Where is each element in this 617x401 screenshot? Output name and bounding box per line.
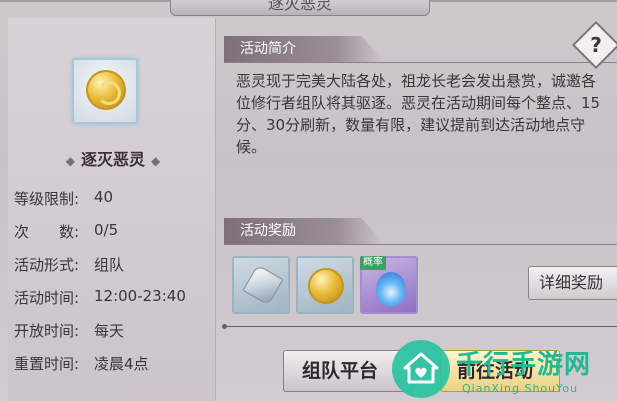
watermark-logo-icon	[392, 340, 450, 398]
reward-slot[interactable]	[296, 256, 354, 314]
info-row-time: 活动时间: 12:00-23:40	[14, 287, 214, 320]
info-label: 活动时间:	[14, 289, 80, 307]
intro-section-line	[224, 62, 617, 63]
info-label: 等级限制:	[14, 190, 80, 208]
activity-info-list: 等级限制: 40 次 数: 0/5 活动形式: 组队 活动时间: 12:00-2…	[14, 188, 214, 386]
info-value: 0/5	[94, 221, 119, 239]
activity-icon-frame	[72, 58, 138, 124]
info-row-open: 开放时间: 每天	[14, 320, 214, 353]
intro-section-header: 活动简介	[224, 36, 384, 62]
info-row-times: 次 数: 0/5	[14, 221, 214, 254]
detail-rewards-button[interactable]: 详细奖励	[528, 266, 617, 300]
info-row-level: 等级限制: 40	[14, 188, 214, 221]
gold-coin-icon	[308, 268, 344, 304]
reward-slot[interactable]	[232, 256, 290, 314]
info-value: 每天	[94, 322, 125, 340]
name-deco-left: ◆	[65, 154, 75, 168]
probability-badge: 概率	[360, 256, 386, 270]
info-label: 开放时间:	[14, 322, 80, 340]
name-deco-right: ◆	[151, 154, 161, 168]
info-value: 40	[94, 188, 114, 206]
info-row-form: 活动形式: 组队	[14, 254, 214, 287]
section-divider	[222, 324, 617, 329]
info-label: 次 数:	[14, 223, 80, 241]
info-value: 12:00-23:40	[94, 287, 186, 305]
intro-text: 恶灵现于完美大陆各处，祖龙长老会发出悬赏，诚邀各位修行者组队将其驱逐。恶灵在活动…	[236, 72, 601, 156]
activity-name-row: ◆ 逐灭恶灵 ◆	[18, 146, 208, 170]
info-label: 活动形式:	[14, 256, 80, 274]
info-row-reset: 重置时间: 凌晨4点	[14, 353, 214, 386]
silver-gem-icon	[242, 264, 284, 306]
info-value: 凌晨4点	[94, 355, 149, 373]
blue-flame-icon	[376, 272, 406, 306]
watermark-subtext: QianXing ShouYou	[462, 382, 579, 395]
watermark-text: 千行手游网	[456, 350, 592, 380]
help-icon: ?	[590, 33, 602, 57]
reward-slot[interactable]: 概率	[360, 256, 418, 314]
rewards-section-header: 活动奖励	[224, 218, 384, 244]
window-title: 逐灭恶灵	[170, 0, 430, 16]
activity-info-panel: ◆ 逐灭恶灵 ◆ 等级限制: 40 次 数: 0/5 活动形式: 组队 活动时间: …	[8, 18, 216, 401]
rewards-section-line	[224, 244, 617, 245]
gold-coin-icon	[86, 70, 126, 110]
info-value: 组队	[94, 256, 125, 274]
info-label: 重置时间:	[14, 355, 80, 373]
activity-name: 逐灭恶灵	[80, 150, 145, 169]
